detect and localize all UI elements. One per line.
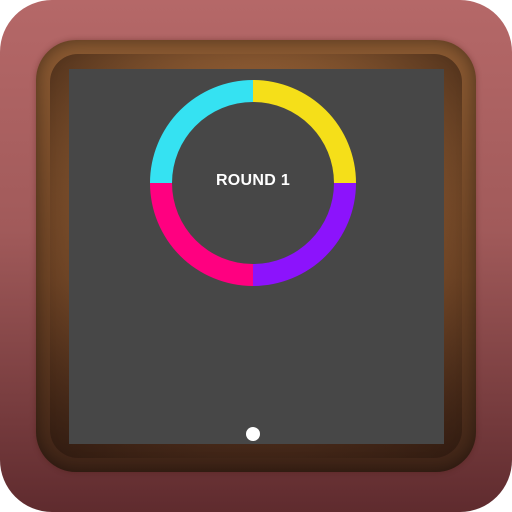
round-label: ROUND 1 [215, 172, 291, 189]
player-ball [246, 427, 260, 441]
game-screen[interactable]: ROUND 1 [69, 69, 444, 444]
ring-segment-top-right [253, 80, 356, 183]
color-ring [150, 80, 356, 286]
app-icon-background: ROUND 1 [0, 0, 512, 512]
ring-segment-top-left [150, 80, 253, 183]
ring-segment-bottom-right [253, 183, 356, 286]
ring-segment-bottom-left [150, 183, 253, 286]
